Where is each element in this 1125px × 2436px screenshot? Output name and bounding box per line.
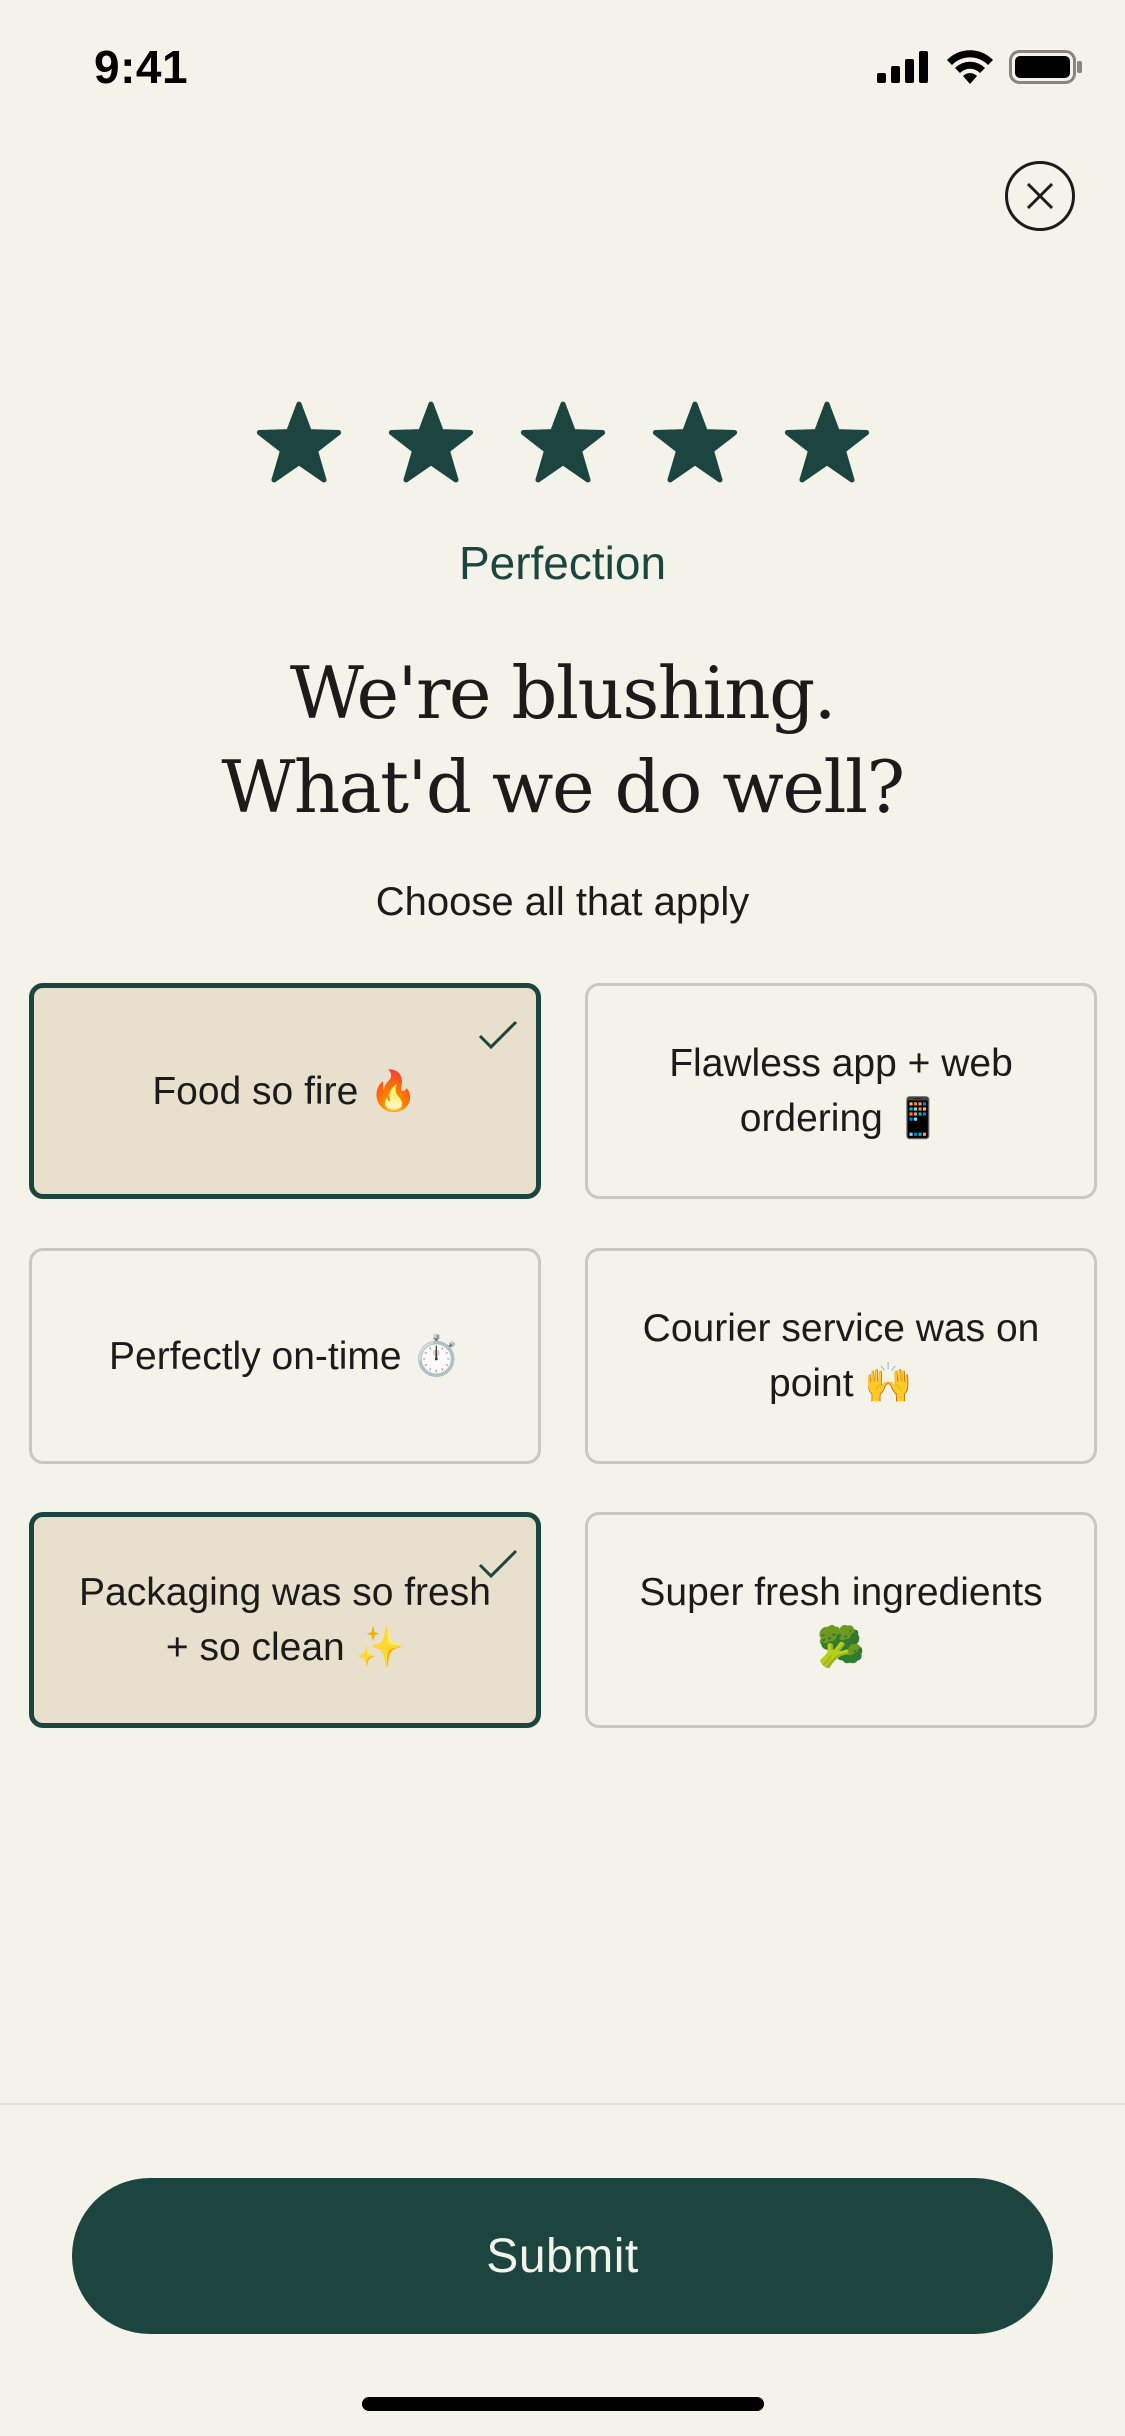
status-icons xyxy=(877,50,1083,84)
check-icon xyxy=(476,1018,520,1057)
headline-line-2: What'd we do well? xyxy=(221,745,905,829)
option-courier-service[interactable]: Courier service was on point 🙌 xyxy=(585,1248,1097,1464)
option-perfectly-on-time[interactable]: Perfectly on-time ⏱️ xyxy=(29,1248,541,1464)
star-rating xyxy=(0,400,1125,484)
check-icon xyxy=(476,1547,520,1586)
star-icon[interactable] xyxy=(652,400,738,484)
submit-label: Submit xyxy=(486,2229,639,2283)
close-icon xyxy=(1026,182,1054,210)
divider xyxy=(0,2103,1125,2105)
status-time: 9:41 xyxy=(94,41,189,93)
cellular-signal-icon xyxy=(877,51,928,83)
headline-line-1: We're blushing. xyxy=(289,651,837,735)
status-bar: 9:41 xyxy=(0,0,1125,140)
star-icon[interactable] xyxy=(520,400,606,484)
close-button[interactable] xyxy=(1005,161,1075,231)
option-label: Super fresh ingredients 🥦 xyxy=(639,1571,1043,1669)
option-label: Flawless app + web ordering 📱 xyxy=(669,1042,1013,1140)
option-packaging[interactable]: Packaging was so fresh + so clean ✨ xyxy=(29,1512,541,1728)
option-fresh-ingredients[interactable]: Super fresh ingredients 🥦 xyxy=(585,1512,1097,1728)
option-flawless-ordering[interactable]: Flawless app + web ordering 📱 xyxy=(585,983,1097,1199)
option-label: Packaging was so fresh + so clean ✨ xyxy=(79,1571,491,1669)
home-indicator xyxy=(362,2397,764,2411)
star-icon[interactable] xyxy=(388,400,474,484)
option-food-so-fire[interactable]: Food so fire 🔥 xyxy=(29,983,541,1199)
star-icon[interactable] xyxy=(256,400,342,484)
rating-label: Perfection xyxy=(458,537,667,589)
instruction-text: Choose all that apply xyxy=(375,880,750,924)
page-title: We're blushing. What'd we do well? xyxy=(0,646,1125,834)
wifi-icon xyxy=(947,50,993,84)
star-icon[interactable] xyxy=(784,400,870,484)
battery-icon xyxy=(1009,50,1082,84)
submit-button[interactable]: Submit xyxy=(72,2178,1053,2334)
option-label: Courier service was on point 🙌 xyxy=(642,1307,1040,1405)
option-label: Food so fire 🔥 xyxy=(152,1069,418,1113)
option-label: Perfectly on-time ⏱️ xyxy=(109,1334,461,1378)
